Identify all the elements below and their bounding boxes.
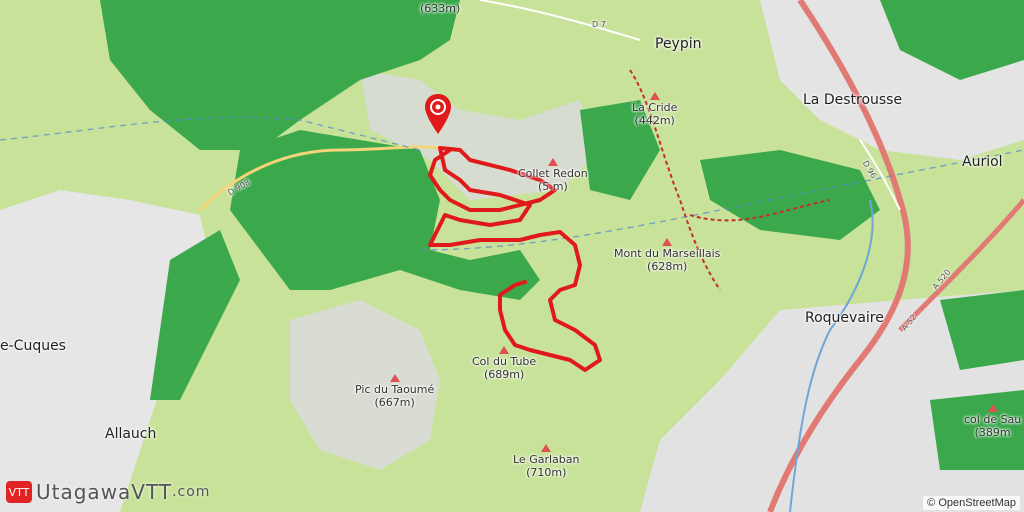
peak-label-col-de-sau: col de Sau (389m [964,404,1021,439]
utagawavtt-logo[interactable]: VTT UtagawaVTT .com [6,480,210,504]
town-label-allauch: Allauch [105,426,157,442]
peak-triangle-icon [662,238,673,246]
peak-label-collet-redon: Collet Redon (5 m) [518,158,588,193]
peak-label-mont-du-marseillais: Mont du Marseillais (628m) [614,238,720,273]
peak-label-la-cride: La Cride (442m) [632,92,677,127]
peak-triangle-icon [547,158,558,166]
town-label-la-destrousse: La Destrousse [803,92,903,108]
start-marker-pin-icon[interactable] [425,94,451,138]
peak-label-top: (633m) [420,2,461,15]
peak-triangle-icon [649,92,660,100]
peak-label-col-du-tube: Col du Tube (689m) [472,346,536,381]
map-view[interactable]: Peypin La Destrousse Auriol Roquevaire A… [0,0,1024,512]
osm-attribution-link[interactable]: © OpenStreetMap [923,496,1020,510]
peak-label-le-garlaban: Le Garlaban (710m) [513,444,579,479]
vtt-badge-icon: VTT [6,481,32,503]
peak-triangle-icon [541,444,552,452]
peak-triangle-icon [987,404,998,412]
town-label-auriol: Auriol [962,154,1003,170]
peak-label-pic-du-taoume: Pic du Taoumé (667m) [355,374,434,409]
peak-triangle-icon [389,374,400,382]
road-label-d7: D 7 [592,20,606,29]
peak-triangle-icon [499,346,510,354]
brand-name: UtagawaVTT [36,480,173,504]
brand-domain: .com [172,484,211,500]
town-label-roquevaire: Roquevaire [805,310,884,326]
town-label-peypin: Peypin [655,36,702,52]
town-label-cuques: e-Cuques [0,338,66,354]
